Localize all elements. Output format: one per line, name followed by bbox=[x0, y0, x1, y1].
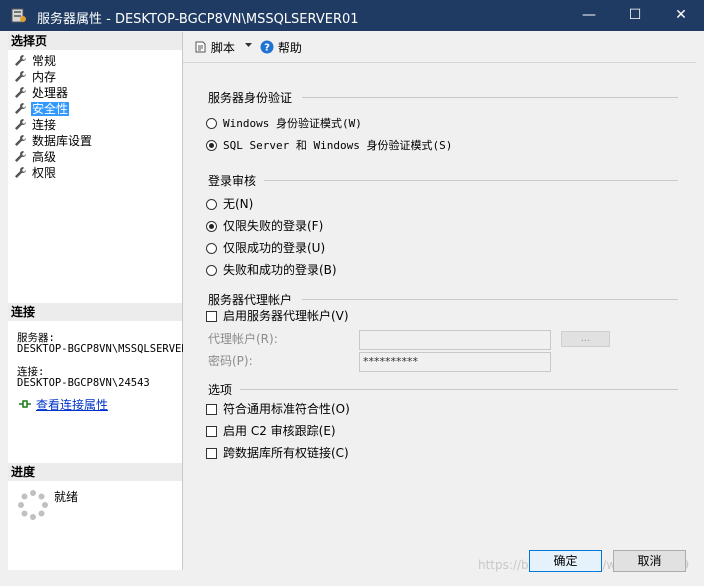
server-properties-window: 服务器属性 - DESKTOP-BGCP8VN\MSSQLSERVER01 — … bbox=[0, 0, 704, 586]
cross-db-chaining-checkbox[interactable]: 跨数据库所有权链接(C) bbox=[206, 445, 349, 461]
audit-none-radio[interactable]: 无(N) bbox=[206, 196, 253, 212]
proxy-title: 服务器代理帐户 bbox=[208, 293, 293, 307]
proxy-password-label: 密码(P): bbox=[208, 354, 253, 368]
help-label: 帮助 bbox=[277, 41, 302, 55]
wrench-icon bbox=[15, 87, 26, 98]
page-item-label: 处理器 bbox=[32, 86, 69, 100]
script-button[interactable]: 脚本 bbox=[193, 39, 235, 56]
proxy-account-label: 代理帐户(R): bbox=[208, 332, 278, 346]
progress-spinner-icon bbox=[18, 490, 48, 520]
radio-indicator bbox=[206, 243, 217, 254]
cancel-button[interactable]: 取消 bbox=[613, 550, 686, 572]
options-title: 选项 bbox=[208, 383, 233, 397]
audit-both-label: 失败和成功的登录(B) bbox=[223, 263, 337, 277]
divider bbox=[302, 299, 678, 300]
divider bbox=[240, 389, 678, 390]
page-item-processors[interactable]: 处理器 bbox=[14, 85, 69, 101]
chevron-down-icon bbox=[245, 43, 252, 47]
windows-auth-radio[interactable]: Windows 身份验证模式(W) bbox=[206, 115, 362, 131]
page-item-advanced[interactable]: 高级 bbox=[14, 149, 57, 165]
audit-failed-radio[interactable]: 仅限失败的登录(F) bbox=[206, 218, 323, 234]
audit-none-label: 无(N) bbox=[223, 197, 254, 211]
divider bbox=[264, 180, 678, 181]
checkbox-indicator bbox=[206, 426, 217, 437]
c2-audit-label: 启用 C2 审核跟踪(E) bbox=[223, 424, 336, 438]
audit-both-radio[interactable]: 失败和成功的登录(B) bbox=[206, 262, 337, 278]
page-item-database-settings[interactable]: 数据库设置 bbox=[14, 133, 93, 149]
audit-success-label: 仅限成功的登录(U) bbox=[223, 241, 326, 255]
checkbox-indicator bbox=[206, 448, 217, 459]
page-item-permissions[interactable]: 权限 bbox=[14, 165, 57, 181]
page-item-memory[interactable]: 内存 bbox=[14, 69, 57, 85]
common-criteria-checkbox[interactable]: 符合通用标准符合性(O) bbox=[206, 401, 350, 417]
server-app-icon bbox=[11, 8, 26, 23]
connection-header: 连接 bbox=[8, 303, 182, 321]
checkbox-indicator bbox=[206, 311, 217, 322]
page-item-label: 数据库设置 bbox=[32, 134, 93, 148]
page-item-label: 高级 bbox=[32, 150, 57, 164]
proxy-password-field[interactable]: ********** bbox=[359, 352, 551, 372]
server-value: DESKTOP-BGCP8VN\MSSQLSERVER0 bbox=[17, 343, 195, 355]
login-audit-title: 登录审核 bbox=[208, 174, 257, 188]
progress-header: 进度 bbox=[8, 463, 182, 481]
wrench-icon bbox=[15, 119, 26, 130]
page-item-label: 连接 bbox=[32, 118, 57, 132]
minimize-button[interactable]: — bbox=[566, 0, 612, 31]
left-pane: 选择页 常规 内存 处理器 安全性 连接 数据库设置 高级 权限 连接 服务器:… bbox=[8, 32, 194, 570]
toolbar: 脚本 ? 帮助 bbox=[183, 32, 696, 63]
script-icon bbox=[195, 41, 206, 53]
script-label: 脚本 bbox=[210, 41, 235, 55]
svg-text:?: ? bbox=[264, 43, 270, 54]
close-button[interactable]: ✕ bbox=[658, 0, 704, 31]
radio-indicator-selected bbox=[206, 221, 217, 232]
c2-audit-checkbox[interactable]: 启用 C2 审核跟踪(E) bbox=[206, 423, 336, 439]
window-title: 服务器属性 - DESKTOP-BGCP8VN\MSSQLSERVER01 bbox=[37, 12, 359, 27]
radio-indicator-selected bbox=[206, 140, 217, 151]
wrench-icon bbox=[15, 167, 26, 178]
title-bar: 服务器属性 - DESKTOP-BGCP8VN\MSSQLSERVER01 — … bbox=[0, 0, 704, 31]
page-item-label: 常规 bbox=[32, 54, 57, 68]
help-button[interactable]: ? 帮助 bbox=[260, 39, 302, 56]
audit-failed-label: 仅限失败的登录(F) bbox=[223, 219, 324, 233]
mixed-auth-label: SQL Server 和 Windows 身份验证模式(S) bbox=[223, 139, 453, 152]
view-connection-properties-label: 查看连接属性 bbox=[36, 398, 109, 412]
script-dropdown-arrow[interactable] bbox=[244, 38, 253, 52]
enable-proxy-label: 启用服务器代理帐户(V) bbox=[223, 309, 349, 323]
windows-auth-label: Windows 身份验证模式(W) bbox=[223, 117, 362, 130]
page-item-label: 安全性 bbox=[31, 102, 70, 116]
proxy-account-field[interactable] bbox=[359, 330, 551, 350]
page-item-security[interactable]: 安全性 bbox=[14, 101, 70, 117]
page-item-label: 内存 bbox=[32, 70, 57, 84]
page-item-connections[interactable]: 连接 bbox=[14, 117, 57, 133]
wrench-icon bbox=[15, 135, 26, 146]
radio-indicator bbox=[206, 118, 217, 129]
progress-status: 就绪 bbox=[54, 490, 79, 504]
wrench-icon bbox=[15, 71, 26, 82]
common-criteria-label: 符合通用标准符合性(O) bbox=[223, 402, 350, 416]
maximize-button[interactable]: ☐ bbox=[612, 0, 658, 31]
wrench-icon bbox=[15, 103, 26, 114]
wrench-icon bbox=[15, 55, 26, 66]
server-auth-title: 服务器身份验证 bbox=[208, 91, 293, 105]
audit-success-radio[interactable]: 仅限成功的登录(U) bbox=[206, 240, 325, 256]
connection-value: DESKTOP-BGCP8VN\24543 bbox=[17, 377, 150, 389]
page-item-general[interactable]: 常规 bbox=[14, 53, 57, 69]
wrench-icon bbox=[15, 151, 26, 162]
connection-plug-icon bbox=[19, 400, 31, 408]
mixed-auth-radio[interactable]: SQL Server 和 Windows 身份验证模式(S) bbox=[206, 137, 452, 153]
checkbox-indicator bbox=[206, 404, 217, 415]
cross-db-chaining-label: 跨数据库所有权链接(C) bbox=[223, 446, 349, 460]
help-icon: ? bbox=[260, 40, 274, 54]
divider bbox=[302, 97, 678, 98]
security-page-content: 服务器身份验证 Windows 身份验证模式(W) SQL Server 和 W… bbox=[184, 63, 694, 569]
page-item-label: 权限 bbox=[32, 166, 57, 180]
right-pane: 脚本 ? 帮助 服务器身份验证 Windows 身份验证模式(W) SQL Se… bbox=[183, 32, 696, 570]
radio-indicator bbox=[206, 199, 217, 210]
enable-proxy-checkbox[interactable]: 启用服务器代理帐户(V) bbox=[206, 308, 349, 324]
select-page-header: 选择页 bbox=[8, 32, 182, 50]
view-connection-properties-link[interactable]: 查看连接属性 bbox=[18, 396, 108, 413]
radio-indicator bbox=[206, 265, 217, 276]
ok-button[interactable]: 确定 bbox=[529, 550, 602, 572]
browse-proxy-button[interactable]: ... bbox=[561, 331, 610, 347]
